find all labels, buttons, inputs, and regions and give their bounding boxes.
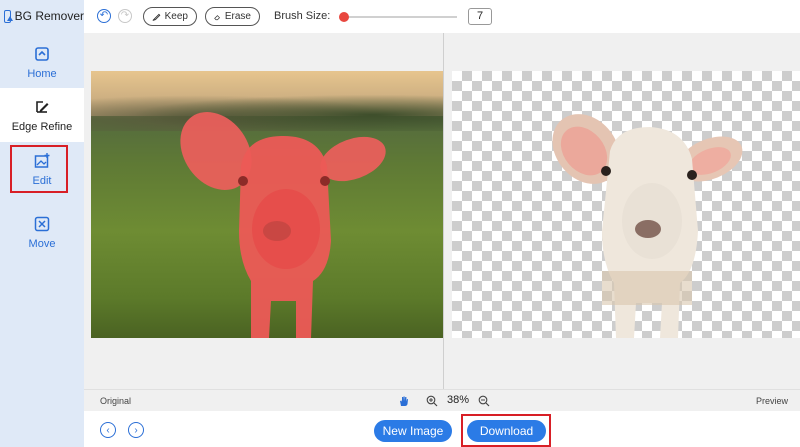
hand-pan-icon[interactable]: [398, 395, 410, 407]
toolbar: ↶ ↷ Keep Erase Brush Size: 7: [84, 0, 800, 34]
previous-button[interactable]: ‹: [100, 422, 116, 438]
move-arrows-icon: [34, 216, 50, 231]
sidebar-item-label: Edge Refine: [11, 120, 73, 133]
sidebar-item-label: Home: [27, 67, 57, 80]
zoom-level: 38%: [447, 394, 470, 406]
sidebar-item-edge-refine[interactable]: Edge Refine: [0, 88, 84, 142]
status-bar: Original 38% Preview: [84, 389, 800, 412]
zoom-out-icon[interactable]: [478, 395, 490, 407]
zoom-in-icon[interactable]: [426, 395, 438, 407]
original-label: Original: [100, 396, 132, 406]
eraser-icon: [214, 14, 220, 20]
footer-bar: ‹ › New Image Download: [84, 411, 800, 447]
brush-size-slider[interactable]: [339, 12, 457, 22]
home-icon: [35, 46, 49, 61]
brush-slider-thumb[interactable]: [339, 12, 350, 22]
keep-brush-icon: [152, 13, 161, 21]
new-image-button[interactable]: New Image: [374, 420, 452, 442]
download-highlight-box: [461, 414, 551, 447]
next-button[interactable]: ›: [128, 422, 144, 438]
keep-button[interactable]: Keep: [143, 7, 197, 26]
chevron-right-icon: ›: [134, 424, 138, 436]
canvas-area: [84, 33, 800, 389]
preview-image[interactable]: [452, 71, 800, 338]
sidebar-item-label: Move: [28, 237, 56, 250]
edit-pen-icon: [36, 100, 49, 113]
redo-icon[interactable]: ↷: [118, 9, 132, 23]
erase-button[interactable]: Erase: [205, 7, 260, 26]
undo-icon[interactable]: ↶: [97, 9, 111, 23]
app-title: BG Remover: [0, 0, 84, 32]
canvas-divider: [443, 33, 444, 389]
preview-label: Preview: [755, 396, 788, 406]
sidebar-item-move[interactable]: Move: [0, 206, 84, 258]
chevron-left-icon: ‹: [106, 424, 110, 436]
app-title-text: BG Remover: [14, 9, 84, 23]
original-image[interactable]: [91, 71, 443, 338]
brush-size-label: Brush Size:: [274, 10, 331, 22]
brush-size-input[interactable]: 7: [468, 8, 492, 25]
sidebar-item-home[interactable]: Home: [0, 36, 84, 88]
keep-label: Keep: [164, 11, 188, 22]
edit-highlight-box: [10, 145, 68, 193]
app-logo-icon: [4, 9, 13, 23]
sidebar: BG Remover Home Edge Refine Edit Move: [0, 0, 85, 447]
erase-label: Erase: [224, 11, 251, 22]
